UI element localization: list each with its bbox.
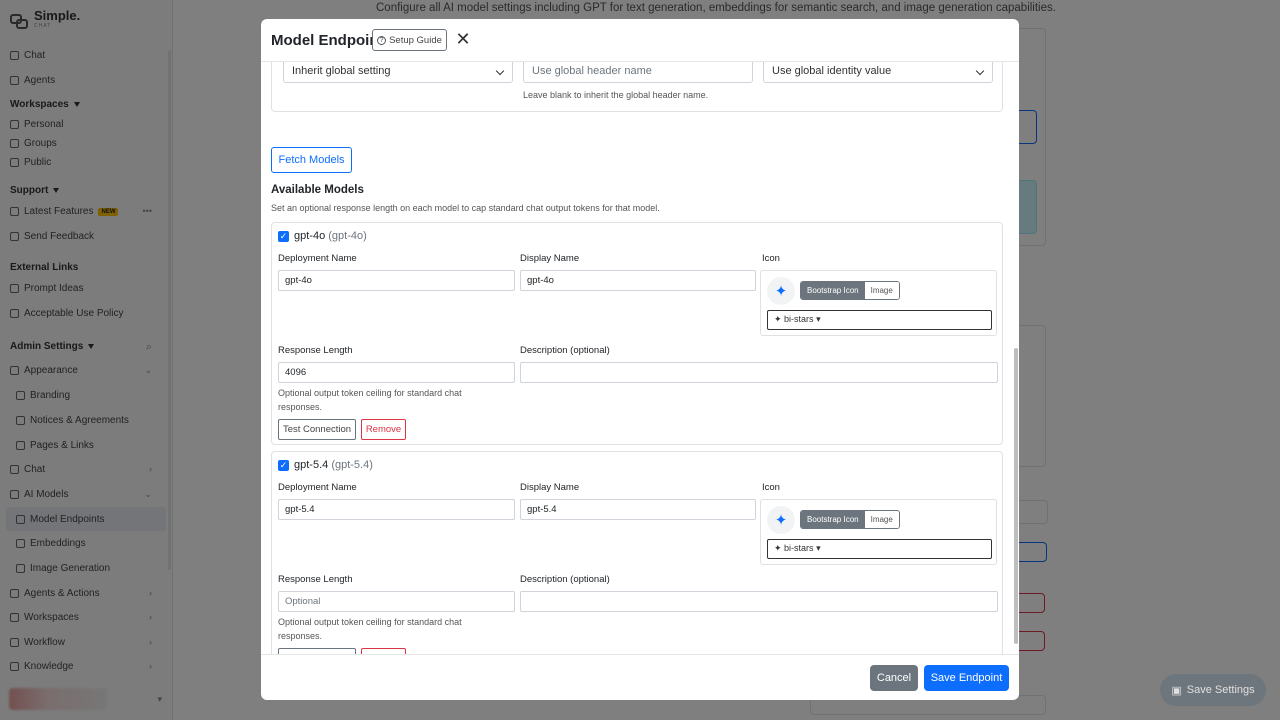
model-id: (gpt-4o) bbox=[328, 230, 367, 242]
response-length-label: Response Length bbox=[278, 345, 353, 356]
fetch-models-button[interactable]: Fetch Models bbox=[271, 147, 352, 173]
description-input[interactable] bbox=[520, 362, 998, 383]
model-title: gpt-4o bbox=[294, 230, 326, 242]
icon-select[interactable]: ✦ bi-stars ▾ bbox=[767, 310, 992, 330]
cancel-button[interactable]: Cancel bbox=[870, 665, 918, 691]
header-name-input[interactable]: Use global header name bbox=[523, 62, 753, 83]
model-card: ✓ gpt-4o (gpt-4o) Deployment Name Displa… bbox=[271, 222, 1003, 445]
select-value: Inherit global setting bbox=[292, 65, 391, 77]
select-value: Use global identity value bbox=[772, 65, 892, 77]
icon-label: Icon bbox=[762, 253, 780, 264]
image-option[interactable]: Image bbox=[864, 282, 899, 299]
deployment-name-input[interactable]: gpt-5.4 bbox=[278, 499, 515, 520]
auth-type-select[interactable]: Inherit global setting bbox=[283, 62, 513, 83]
identity-select[interactable]: Use global identity value bbox=[763, 62, 993, 83]
response-length-input[interactable]: Optional bbox=[278, 591, 515, 612]
deployment-name-input[interactable]: gpt-4o bbox=[278, 270, 515, 291]
modal-footer: Cancel Save Endpoint bbox=[261, 654, 1019, 700]
modal-title: Model Endpoint bbox=[271, 32, 384, 49]
stars-icon: ✦ bbox=[774, 314, 785, 324]
model-card: ✓ gpt-5.4 (gpt-5.4) Deployment Name Disp… bbox=[271, 451, 1003, 654]
question-circle-icon: ? bbox=[377, 35, 387, 45]
deployment-label: Deployment Name bbox=[278, 482, 357, 493]
description-label: Description (optional) bbox=[520, 345, 610, 356]
stars-icon: ✦ bbox=[767, 277, 795, 305]
icon-select-value: bi-stars bbox=[784, 543, 814, 553]
model-id: (gpt-5.4) bbox=[331, 459, 373, 471]
available-models-subtitle: Set an optional response length on each … bbox=[271, 203, 660, 213]
save-settings-label: Save Settings bbox=[1186, 684, 1255, 696]
response-length-input[interactable]: 4096 bbox=[278, 362, 515, 383]
response-length-help: Optional output token ceiling for standa… bbox=[278, 617, 462, 641]
icon-label: Icon bbox=[762, 482, 780, 493]
display-label: Display Name bbox=[520, 253, 580, 264]
model-endpoint-modal: Model Endpoint ? Setup Guide ✕ Inherit gl… bbox=[261, 19, 1019, 700]
response-length-help: Optional output token ceiling for standa… bbox=[278, 388, 462, 412]
save-icon: ▣ bbox=[1171, 684, 1182, 697]
icon-type-toggle: Bootstrap Icon Image bbox=[800, 281, 900, 300]
bootstrap-icon-option[interactable]: Bootstrap Icon bbox=[801, 511, 865, 528]
caret-down-icon: ▾ bbox=[816, 543, 821, 553]
chevron-down-icon bbox=[975, 66, 985, 76]
deployment-label: Deployment Name bbox=[278, 253, 357, 264]
setup-guide-button[interactable]: ? Setup Guide bbox=[372, 29, 447, 51]
bootstrap-icon-option[interactable]: Bootstrap Icon bbox=[801, 282, 865, 299]
modal-body: Inherit global setting Use global header… bbox=[261, 62, 1019, 654]
model-enabled-checkbox[interactable]: ✓ bbox=[278, 460, 289, 471]
stars-icon: ✦ bbox=[767, 506, 795, 534]
close-icon[interactable]: ✕ bbox=[455, 30, 471, 49]
modal-scrollbar[interactable] bbox=[1014, 348, 1018, 644]
save-settings-button[interactable]: ▣ Save Settings bbox=[1160, 674, 1266, 706]
input-placeholder: Use global header name bbox=[532, 65, 652, 77]
test-connection-button[interactable]: Test Connection bbox=[278, 419, 356, 440]
icon-type-toggle: Bootstrap Icon Image bbox=[800, 510, 900, 529]
display-label: Display Name bbox=[520, 482, 580, 493]
display-name-input[interactable]: gpt-5.4 bbox=[520, 499, 756, 520]
chevron-down-icon bbox=[495, 66, 505, 76]
description-label: Description (optional) bbox=[520, 574, 610, 585]
icon-picker: ✦ Bootstrap Icon Image ✦ bi-stars ▾ bbox=[760, 499, 997, 565]
model-title: gpt-5.4 bbox=[294, 459, 329, 471]
save-endpoint-button[interactable]: Save Endpoint bbox=[924, 665, 1009, 691]
setup-guide-label: Setup Guide bbox=[389, 34, 442, 46]
icon-picker: ✦ Bootstrap Icon Image ✦ bi-stars ▾ bbox=[760, 270, 997, 336]
icon-select-value: bi-stars bbox=[784, 314, 814, 324]
image-option[interactable]: Image bbox=[864, 511, 899, 528]
display-name-input[interactable]: gpt-4o bbox=[520, 270, 756, 291]
model-enabled-checkbox[interactable]: ✓ bbox=[278, 231, 289, 242]
model-name: gpt-4o (gpt-4o) bbox=[294, 230, 367, 242]
description-input[interactable] bbox=[520, 591, 998, 612]
auth-header-settings: Inherit global setting Use global header… bbox=[271, 62, 1003, 112]
icon-select[interactable]: ✦ bi-stars ▾ bbox=[767, 539, 992, 559]
header-name-help: Leave blank to inherit the global header… bbox=[523, 90, 709, 100]
model-name: gpt-5.4 (gpt-5.4) bbox=[294, 459, 373, 471]
response-length-label: Response Length bbox=[278, 574, 353, 585]
stars-icon: ✦ bbox=[774, 543, 785, 553]
available-models-title: Available Models bbox=[271, 184, 364, 196]
caret-down-icon: ▾ bbox=[816, 314, 821, 324]
remove-model-button[interactable]: Remove bbox=[361, 419, 406, 440]
modal-header: Model Endpoint ? Setup Guide ✕ bbox=[261, 19, 1019, 62]
